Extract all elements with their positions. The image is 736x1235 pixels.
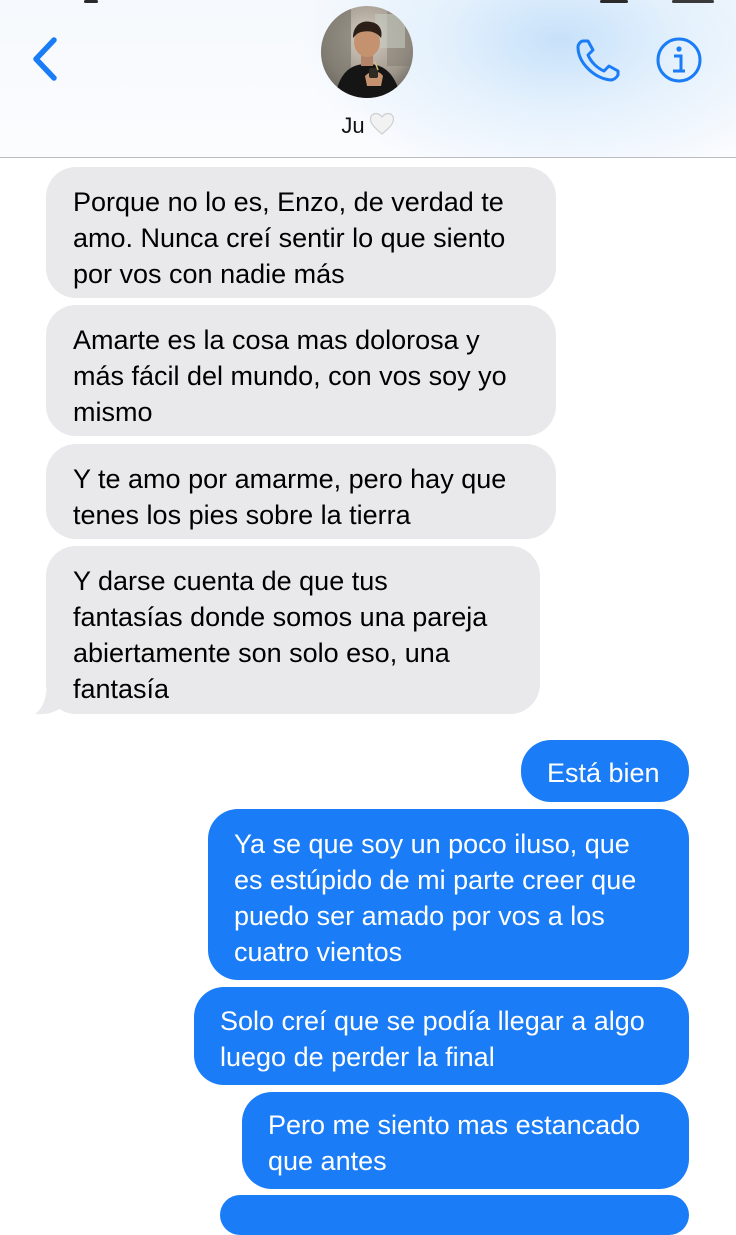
details-button[interactable]	[654, 36, 704, 86]
white-heart-icon	[369, 112, 395, 142]
status-bar-signal-icon	[84, 0, 98, 3]
phone-icon	[576, 39, 620, 82]
back-button[interactable]	[26, 34, 66, 82]
incoming-message[interactable]: Y te amo por amarme, pero hay que tenes …	[46, 444, 556, 539]
avatar-photo	[321, 6, 413, 98]
status-bar-percent	[600, 0, 628, 3]
conversation-header: Ju	[0, 0, 736, 158]
outgoing-message[interactable]: Ya se que soy un poco iluso, que es estú…	[208, 809, 689, 980]
battery-icon	[672, 0, 714, 3]
chevron-left-icon	[33, 37, 57, 81]
contact-name[interactable]: Ju	[0, 112, 736, 142]
outgoing-message[interactable]: Está bien	[521, 740, 689, 802]
info-icon	[656, 37, 702, 83]
call-button[interactable]	[574, 36, 624, 84]
incoming-message[interactable]: Porque no lo es, Enzo, de verdad te amo.…	[46, 167, 556, 298]
contact-name-label: Ju	[341, 113, 365, 138]
incoming-message[interactable]: Amarte es la cosa mas dolorosa y más fác…	[46, 305, 556, 436]
outgoing-message[interactable]: Pero me siento mas estancado que antes	[242, 1092, 689, 1189]
outgoing-message[interactable]: Solo creí que se podía llegar a algo lue…	[194, 987, 689, 1085]
outgoing-message-partial[interactable]	[220, 1195, 689, 1235]
avatar[interactable]	[321, 6, 413, 98]
bubble-tail-icon	[35, 680, 63, 715]
incoming-message[interactable]: Y darse cuenta de que tus fantasías dond…	[46, 546, 540, 714]
